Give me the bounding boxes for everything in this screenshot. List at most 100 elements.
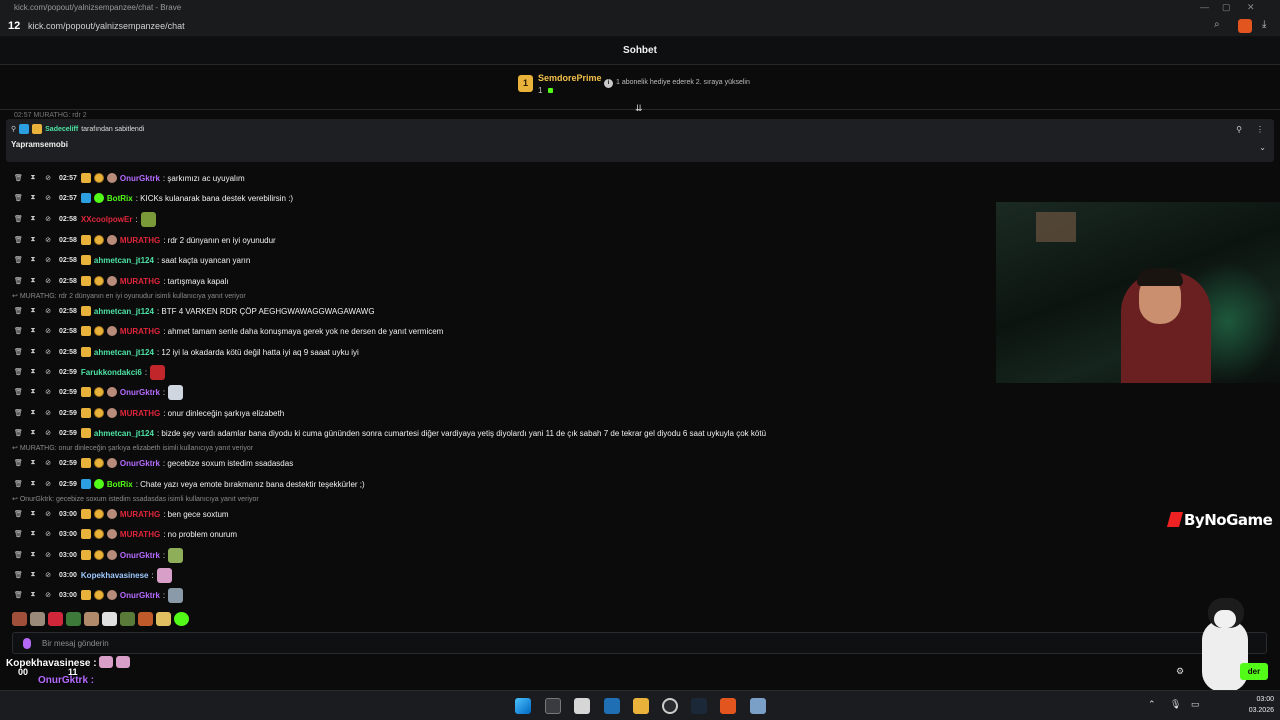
send-button[interactable]: der — [1240, 663, 1268, 680]
timeout-icon[interactable]: ⧗ — [29, 480, 37, 488]
ban-icon[interactable]: ⊘ — [44, 591, 52, 599]
timeout-icon[interactable]: ⧗ — [29, 368, 37, 376]
steam-icon[interactable] — [691, 698, 707, 714]
ban-icon[interactable]: ⊘ — [44, 551, 52, 559]
timeout-icon[interactable]: ⧗ — [29, 429, 37, 437]
timeout-icon[interactable]: ⧗ — [29, 327, 37, 335]
chevron-down-icon[interactable]: ⌄ — [1259, 143, 1266, 152]
more-options-icon[interactable]: ⋮ — [1256, 125, 1264, 134]
top-gifter-name[interactable]: SemdorePrime — [538, 73, 602, 83]
task-view-icon[interactable] — [545, 698, 561, 714]
pinned-by-user[interactable]: Sadeceliff — [45, 126, 78, 133]
message-username[interactable]: MURATHG — [120, 236, 160, 245]
settings-icon[interactable]: ⚙ — [1176, 666, 1184, 677]
brave-icon[interactable] — [720, 698, 736, 714]
emote-icon[interactable] — [84, 612, 99, 626]
app-icon[interactable] — [750, 698, 766, 714]
message-username[interactable]: MURATHG — [120, 327, 160, 336]
message-input[interactable]: Bir mesaj gönderin — [12, 632, 1267, 654]
delete-icon[interactable]: 🗑 — [14, 510, 23, 518]
delete-icon[interactable]: 🗑 — [14, 591, 23, 599]
message-username[interactable]: BotRix — [107, 194, 133, 203]
reply-context[interactable]: ↩ MURATHG: rdr 2 dünyanın en iyi oyunudu… — [12, 292, 246, 300]
display-icon[interactable]: ▭ — [1191, 699, 1200, 710]
ban-icon[interactable]: ⊘ — [44, 236, 52, 244]
delete-icon[interactable]: 🗑 — [14, 277, 23, 285]
delete-icon[interactable]: 🗑 — [14, 530, 23, 538]
message-username[interactable]: OnurGktrk — [120, 591, 160, 600]
pinned-message[interactable]: ⚲ Sadeceliff tarafından sabitlendi Yapra… — [6, 119, 1274, 162]
url-text[interactable]: kick.com/popout/yalnizsempanzee/chat — [28, 21, 185, 31]
message-username[interactable]: OnurGktrk — [120, 174, 160, 183]
delete-icon[interactable]: 🗑 — [14, 307, 23, 315]
delete-icon[interactable]: 🗑 — [14, 348, 23, 356]
timeout-icon[interactable]: ⧗ — [29, 530, 37, 538]
timeout-icon[interactable]: ⧗ — [29, 194, 37, 202]
ban-icon[interactable]: ⊘ — [44, 388, 52, 396]
timeout-icon[interactable]: ⧗ — [29, 459, 37, 467]
mic-tray-icon[interactable]: 🎙 — [1170, 699, 1181, 710]
address-bar[interactable]: kick.com/popout/yalnizsempanzee/chat ⌕ ⤓ — [0, 16, 1280, 37]
ban-icon[interactable]: ⊘ — [44, 409, 52, 417]
maximize-icon[interactable]: ▢ — [1222, 2, 1231, 13]
message-username[interactable]: ahmetcan_jt124 — [94, 307, 154, 316]
app-icon[interactable] — [574, 698, 590, 714]
emote-icon[interactable] — [120, 612, 135, 626]
message-username[interactable]: Kopekhavasinese — [81, 571, 149, 580]
ban-icon[interactable]: ⊘ — [44, 459, 52, 467]
emote-icon[interactable] — [138, 612, 153, 626]
delete-icon[interactable]: 🗑 — [14, 571, 23, 579]
message-username[interactable]: MURATHG — [120, 530, 160, 539]
message-username[interactable]: MURATHG — [120, 409, 160, 418]
timeout-icon[interactable]: ⧗ — [29, 174, 37, 182]
download-icon[interactable]: ⤓ — [1262, 19, 1276, 33]
timeout-icon[interactable]: ⧗ — [29, 510, 37, 518]
timeout-icon[interactable]: ⧗ — [29, 236, 37, 244]
delete-icon[interactable]: 🗑 — [14, 194, 23, 202]
ban-icon[interactable]: ⊘ — [44, 480, 52, 488]
message-username[interactable]: Farukkondakci6 — [81, 368, 142, 377]
emote-icon[interactable] — [102, 612, 117, 626]
file-explorer-icon[interactable] — [633, 698, 649, 714]
message-username[interactable]: OnurGktrk — [120, 459, 160, 468]
minimize-icon[interactable]: — — [1200, 2, 1209, 12]
message-username[interactable]: MURATHG — [120, 510, 160, 519]
message-username[interactable]: XXcoolpowEr — [81, 215, 133, 224]
message-username[interactable]: ahmetcan_jt124 — [94, 256, 154, 265]
ban-icon[interactable]: ⊘ — [44, 194, 52, 202]
message-username[interactable]: ahmetcan_jt124 — [94, 429, 154, 438]
timeout-icon[interactable]: ⧗ — [29, 409, 37, 417]
delete-icon[interactable]: 🗑 — [14, 388, 23, 396]
ban-icon[interactable]: ⊘ — [44, 429, 52, 437]
emote-icon[interactable] — [12, 612, 27, 626]
app-icon[interactable] — [662, 698, 678, 714]
timeout-icon[interactable]: ⧗ — [29, 551, 37, 559]
system-clock[interactable]: 03:00 03.2026 — [1238, 694, 1274, 716]
emote-icon[interactable] — [30, 612, 45, 626]
timeout-icon[interactable]: ⧗ — [29, 388, 37, 396]
close-icon[interactable]: ✕ — [1247, 2, 1255, 13]
reply-context[interactable]: ↩ MURATHG: onur dinleceğin şarkıya eliza… — [12, 444, 253, 452]
unpin-icon[interactable]: ⚲ — [1236, 125, 1242, 134]
brave-shield-icon[interactable] — [1238, 19, 1252, 33]
timeout-icon[interactable]: ⧗ — [29, 277, 37, 285]
ban-icon[interactable]: ⊘ — [44, 277, 52, 285]
delete-icon[interactable]: 🗑 — [14, 215, 23, 223]
timeout-icon[interactable]: ⧗ — [29, 591, 37, 599]
message-username[interactable]: OnurGktrk — [120, 551, 160, 560]
delete-icon[interactable]: 🗑 — [14, 256, 23, 264]
ban-icon[interactable]: ⊘ — [44, 510, 52, 518]
ban-icon[interactable]: ⊘ — [44, 530, 52, 538]
message-username[interactable]: OnurGktrk — [120, 388, 160, 397]
delete-icon[interactable]: 🗑 — [14, 368, 23, 376]
ban-icon[interactable]: ⊘ — [44, 174, 52, 182]
ban-icon[interactable]: ⊘ — [44, 348, 52, 356]
delete-icon[interactable]: 🗑 — [14, 174, 23, 182]
timeout-icon[interactable]: ⧗ — [29, 571, 37, 579]
reply-context[interactable]: ↩ OnurGktrk: gecebize soxum istedim ssad… — [12, 495, 259, 503]
ban-icon[interactable]: ⊘ — [44, 307, 52, 315]
emote-icon[interactable] — [156, 612, 171, 626]
timeout-icon[interactable]: ⧗ — [29, 256, 37, 264]
delete-icon[interactable]: 🗑 — [14, 551, 23, 559]
message-username[interactable]: MURATHG — [120, 277, 160, 286]
